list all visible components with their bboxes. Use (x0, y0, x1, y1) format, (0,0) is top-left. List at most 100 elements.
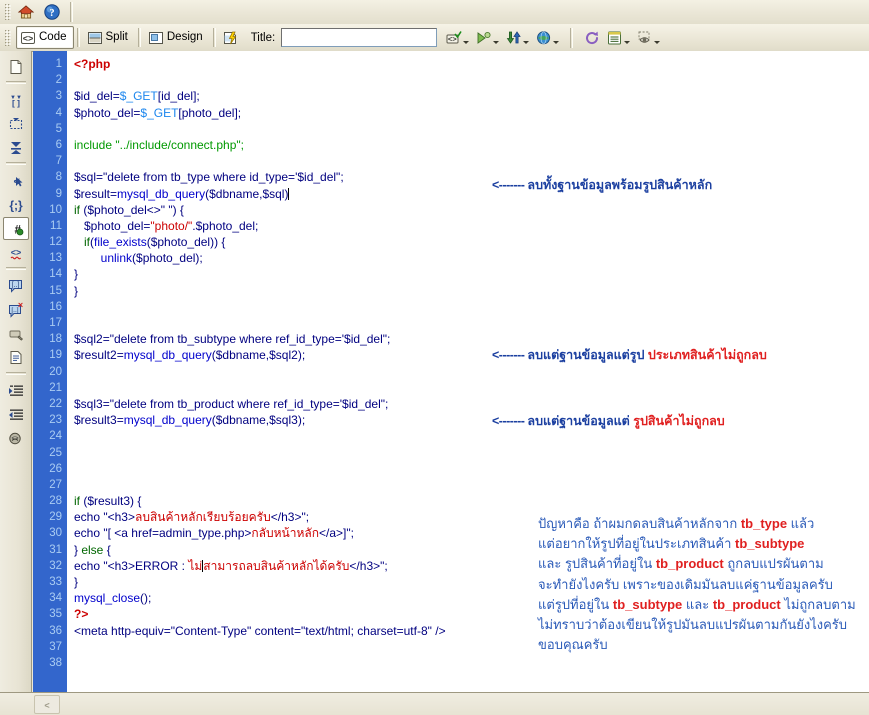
file-transfer-button[interactable] (506, 30, 530, 46)
sidebar-item-balance-braces[interactable]: {;} (3, 193, 29, 216)
line-number: 3 (55, 90, 62, 103)
split-view-button[interactable]: Split (83, 26, 135, 49)
braces-icon: {;} (8, 197, 24, 213)
code-line[interactable]: if(file_exists($photo_del)) { (67, 234, 869, 250)
code-line[interactable] (67, 315, 869, 331)
code-line[interactable]: <?php (67, 56, 869, 72)
line-number: 6 (55, 138, 62, 151)
sidebar-item-expand-all[interactable] (3, 136, 29, 159)
line-number: 15 (49, 284, 62, 297)
sidebar-item-line-numbers[interactable]: # (2, 217, 29, 240)
sidebar-item-collapse-full-tag[interactable]: ▼▼ [ ] (3, 88, 29, 111)
code-line[interactable]: } (67, 266, 869, 282)
line-number: 31 (49, 543, 62, 556)
code-token: mysql_db_query (117, 186, 206, 201)
annotation-arrow: <------- (492, 414, 528, 428)
expand-all-icon (8, 140, 24, 156)
code-line[interactable]: if ($result3) { (67, 493, 869, 509)
annotation-subtype-not-deleted: <------- ลบแต่ฐานข้อมูลแต่รูป ประเภทสินค… (492, 345, 767, 365)
sidebar-item-recent-snippets[interactable] (3, 346, 29, 369)
code-line[interactable]: $result=mysql_db_query($dbname,$sql) (67, 186, 869, 202)
line-number: 13 (49, 252, 62, 265)
code-line[interactable] (67, 72, 869, 88)
sidebar-item-wrap-tag[interactable] (3, 322, 29, 345)
code-line[interactable] (67, 299, 869, 315)
dreamweaver-window: ? <> Code Split Design Title: <> ▼▼ [] … (0, 0, 869, 715)
view-mode-group: <> Code Split Design (16, 26, 210, 49)
code-token: $photo_del= (74, 218, 151, 233)
sidebar-item-open-documents[interactable] (3, 55, 29, 78)
code-token: } (74, 267, 79, 282)
paragraph-text: tb_subtype (735, 536, 805, 552)
paragraph-text: tb_subtype (612, 596, 683, 612)
paragraph-text: ไม่ถูกลบตาม (780, 596, 856, 612)
line-number: 27 (49, 478, 62, 491)
code-token: echo "<h3> (74, 510, 135, 525)
code-line[interactable] (67, 153, 869, 169)
design-view-label: Design (166, 31, 203, 43)
comment-icon: [..] (8, 278, 24, 294)
code-line[interactable] (67, 380, 869, 396)
paragraph-text: ไม่ทราบว่าต้องเขียนให้รูปมันลบแปรผันตามก… (538, 617, 848, 633)
code-line[interactable]: $sql3="delete from tb_product where ref_… (67, 396, 869, 412)
preview-browser-button[interactable] (476, 30, 500, 46)
sidebar-item-select-parent-tag[interactable]: < (3, 169, 29, 192)
code-line[interactable]: } (67, 283, 869, 299)
code-view-button[interactable]: <> Code (16, 26, 74, 49)
code-line[interactable]: $sql="delete from tb_type where id_type=… (67, 169, 869, 185)
help-icon[interactable]: ? (43, 3, 61, 21)
code-line[interactable]: if ($photo_del<>" ") { (67, 202, 869, 218)
sidebar-item-apply-comment[interactable]: [..] (3, 274, 29, 297)
code-line[interactable] (67, 445, 869, 461)
code-line[interactable] (67, 121, 869, 137)
paragraph-text: ขอบคุณครับ (538, 637, 608, 653)
file-management-button[interactable]: <> (446, 30, 470, 46)
line-number: 28 (49, 495, 62, 508)
code-line[interactable]: $result3=mysql_db_query($dbname,$sql3); (67, 412, 869, 428)
code-view-label: Code (39, 31, 67, 43)
code-token: $_GET (119, 89, 158, 104)
line-number: 12 (49, 236, 62, 249)
code-line[interactable]: unlink($photo_del); (67, 250, 869, 266)
document-toolbar-gripper[interactable] (5, 29, 11, 46)
code-line[interactable] (67, 364, 869, 380)
code-editor[interactable]: 1 2 3 4 5 6 7 8 9 10 11 12 13 14 15 16 17 18 19 20 21 22 23 24 2… (33, 51, 869, 693)
code-line[interactable]: $photo_del=$_GET[photo_del]; (67, 105, 869, 121)
preview-in-browser-icon (476, 30, 492, 46)
code-token: } (74, 575, 79, 589)
invalid-code-icon: <> (8, 245, 24, 261)
code-token: $photo_del= (74, 105, 141, 120)
sidebar-item-highlight-invalid-code[interactable]: <> (3, 241, 29, 264)
sidebar-item-format-source-code[interactable]: <> (3, 427, 29, 450)
code-line[interactable] (67, 428, 869, 444)
refresh-design-view-button[interactable] (584, 30, 600, 46)
sidebar-item-collapse-selection[interactable] (3, 112, 29, 135)
line-number: 36 (49, 624, 62, 637)
code-line[interactable]: $id_del=$_GET[id_del]; (67, 88, 869, 104)
live-code-button[interactable] (219, 26, 241, 49)
design-view-button[interactable]: Design (144, 26, 210, 49)
hash-icon: # (8, 221, 24, 237)
annotation-product-not-deleted: <------- ลบแต่ฐานข้อมูลแต่ รูปสินค้าไม่ถ… (492, 411, 725, 431)
code-line[interactable] (67, 477, 869, 493)
toolbar-gripper[interactable] (5, 4, 11, 20)
sidebar-item-indent-code[interactable] (3, 379, 29, 402)
code-line[interactable]: include "../include/connect.php"; (67, 137, 869, 153)
code-line[interactable] (67, 461, 869, 477)
view-options-caret-icon (624, 40, 631, 44)
code-token: ($photo_del)) { (146, 235, 226, 250)
view-options-button[interactable] (607, 30, 631, 46)
globe-check-button[interactable] (536, 30, 560, 46)
visual-aids-button[interactable] (637, 30, 661, 46)
sidebar-item-outdent-code[interactable] (3, 403, 29, 426)
code-line[interactable] (67, 655, 869, 671)
line-number: 5 (55, 122, 62, 135)
tag-selector[interactable]: < (34, 695, 60, 714)
code-line[interactable]: $photo_del="photo/".$photo_del; (67, 218, 869, 234)
question-paragraph: ปัญหาคือ ถ้าผมกดลบสินค้าหลักจาก tb_type … (538, 514, 869, 655)
sidebar-separator-2 (5, 162, 26, 165)
sidebar-item-remove-comment[interactable]: [..] × (3, 298, 29, 321)
line-number: 9 (55, 187, 62, 200)
title-input[interactable] (281, 28, 438, 47)
home-icon[interactable] (17, 3, 35, 21)
